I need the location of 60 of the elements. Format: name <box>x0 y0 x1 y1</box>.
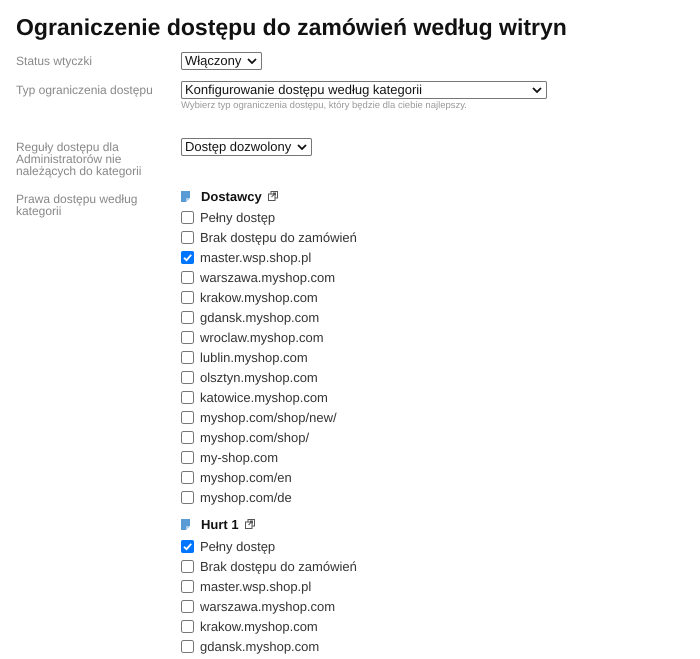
option-label: master.wsp.shop.pl <box>200 250 312 264</box>
option-label: gdansk.myshop.com <box>200 310 320 324</box>
external-window-icon[interactable] <box>268 191 278 201</box>
checkbox[interactable] <box>181 210 194 224</box>
checkbox[interactable] <box>181 600 194 612</box>
option-label: Brak dostępu do zamówień <box>200 230 357 244</box>
option-label: wroclaw.myshop.com <box>200 330 324 344</box>
checkbox[interactable] <box>181 410 194 424</box>
checkbox[interactable] <box>181 560 194 572</box>
option-label: gdansk.myshop.com <box>200 638 320 654</box>
checkbox[interactable] <box>181 580 194 592</box>
checkbox[interactable] <box>181 470 194 484</box>
category-name: Hurt 1 <box>201 516 239 532</box>
caret-icon <box>297 144 308 150</box>
option-label: myshop.com/en <box>200 470 292 484</box>
dropdown[interactable]: Konfigurowanie dostępu według kategorii <box>181 81 547 99</box>
checkbox[interactable] <box>181 230 194 244</box>
checkbox[interactable] <box>181 350 194 364</box>
option-label: warszawa.myshop.com <box>200 598 336 614</box>
dropdown[interactable]: Dostęp dozwolony <box>181 138 312 156</box>
option-label: Pełny dostęp <box>200 210 276 224</box>
caret-icon <box>247 58 258 64</box>
field-label: Reguły dostępu dla Administratorów nie należących do kategorii <box>16 139 142 177</box>
field-label: Prawa dostępu według kategorii <box>16 191 138 217</box>
checkbox[interactable] <box>181 290 194 304</box>
option-label: master.wsp.shop.pl <box>200 578 312 594</box>
option-label: myshop.com/shop/ <box>200 430 310 444</box>
option-label: olsztyn.myshop.com <box>200 370 318 384</box>
option-label: myshop.com/shop/new/ <box>200 410 337 424</box>
dropdown[interactable]: Włączony <box>181 52 262 70</box>
option-label: lublin.myshop.com <box>200 350 308 364</box>
option-label: katowice.myshop.com <box>200 390 328 404</box>
page-title: Ograniczenie dostępu do zamówień według witryn <box>16 14 568 40</box>
checkbox[interactable] <box>181 370 194 384</box>
checkbox[interactable] <box>181 490 194 504</box>
option-label: Brak dostępu do zamówień <box>200 558 357 574</box>
document-icon <box>181 518 190 530</box>
option-label: myshop.com/de <box>200 490 292 504</box>
checkbox[interactable] <box>181 450 194 464</box>
field-label: Status wtyczki <box>16 53 94 67</box>
hint-text: Wybierz typ ograniczenia dostępu, który będzie dla ciebie najlepszy. <box>181 100 467 112</box>
checkbox[interactable] <box>181 540 194 552</box>
checkbox[interactable] <box>181 270 194 284</box>
checkbox[interactable] <box>181 250 194 264</box>
option-label: Pełny dostęp <box>200 538 276 554</box>
caret-icon <box>532 87 542 93</box>
option-label: krakow.myshop.com <box>200 618 318 634</box>
checkbox[interactable] <box>181 310 194 324</box>
option-label: my-shop.com <box>200 450 278 464</box>
checkbox[interactable] <box>181 430 194 444</box>
external-window-icon[interactable] <box>244 519 255 529</box>
option-label: warszawa.myshop.com <box>200 270 336 284</box>
category-name: Dostawcy <box>201 188 262 204</box>
checkbox[interactable] <box>181 330 194 344</box>
option-label: krakow.myshop.com <box>200 290 318 304</box>
checkbox[interactable] <box>181 390 194 404</box>
document-icon <box>181 190 190 202</box>
field-label: Typ ograniczenia dostępu <box>16 82 154 96</box>
checkbox[interactable] <box>181 640 194 652</box>
checkbox[interactable] <box>181 620 194 632</box>
